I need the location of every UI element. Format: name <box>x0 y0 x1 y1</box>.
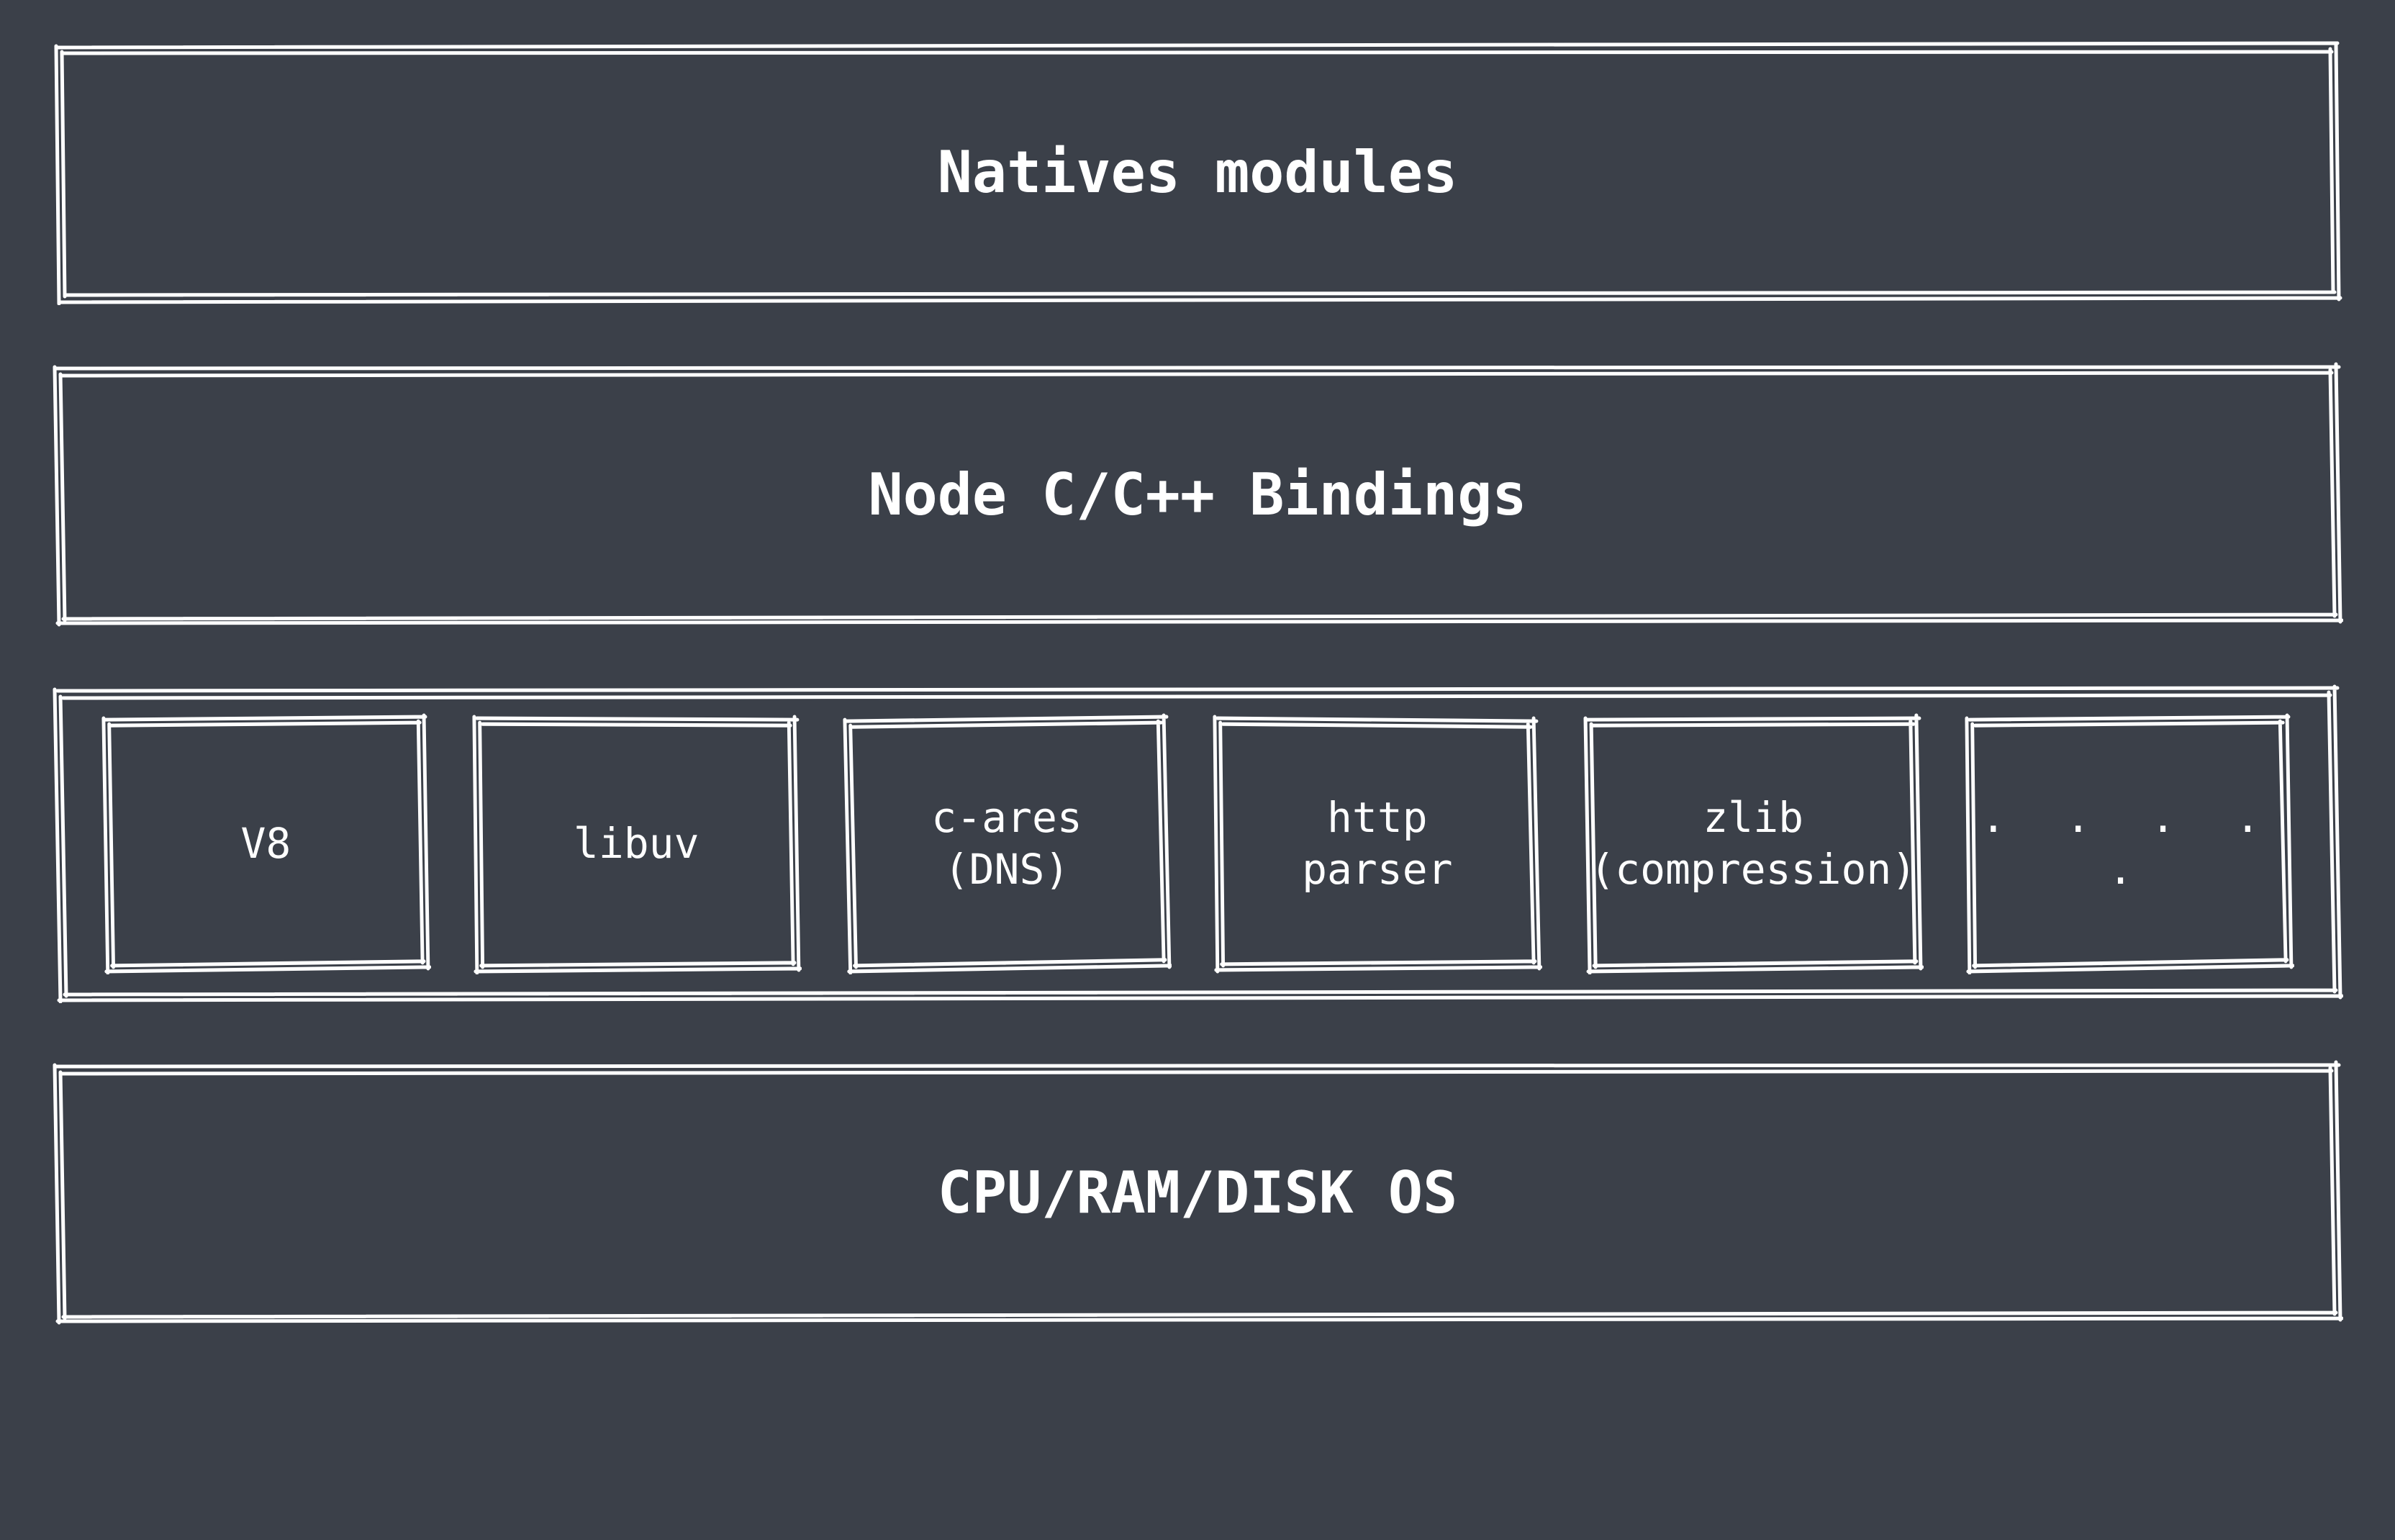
layer-os-label: CPU/RAM/DISK OS <box>938 1159 1457 1226</box>
libs-row: V8 libuv c-ares (DNS) http parser zlib (… <box>52 684 2343 1003</box>
layer-node-bindings: Node C/C++ Bindings <box>52 361 2343 628</box>
lib-libuv: libuv <box>471 712 802 974</box>
lib-cares-label: c-ares (DNS) <box>924 792 1090 896</box>
lib-v8-label: V8 <box>233 817 298 870</box>
layer-natives-label: Natives modules <box>938 139 1457 206</box>
lib-http-parser: http parser <box>1212 712 1542 974</box>
lib-more-label: . . . . . <box>1964 792 2294 896</box>
lib-http-parser-label: http parser <box>1295 792 1460 896</box>
lib-more: . . . . . <box>1964 712 2294 974</box>
layer-os: CPU/RAM/DISK OS <box>52 1059 2343 1326</box>
lib-v8: V8 <box>101 712 431 974</box>
lib-zlib-label: zlib (compression) <box>1583 792 1924 896</box>
layer-natives-modules: Natives modules <box>52 39 2343 305</box>
lib-cares: c-ares (DNS) <box>842 712 1172 974</box>
lib-libuv-label: libuv <box>566 817 707 870</box>
lib-zlib: zlib (compression) <box>1583 712 1924 974</box>
layer-bindings-label: Node C/C++ Bindings <box>868 461 1526 528</box>
